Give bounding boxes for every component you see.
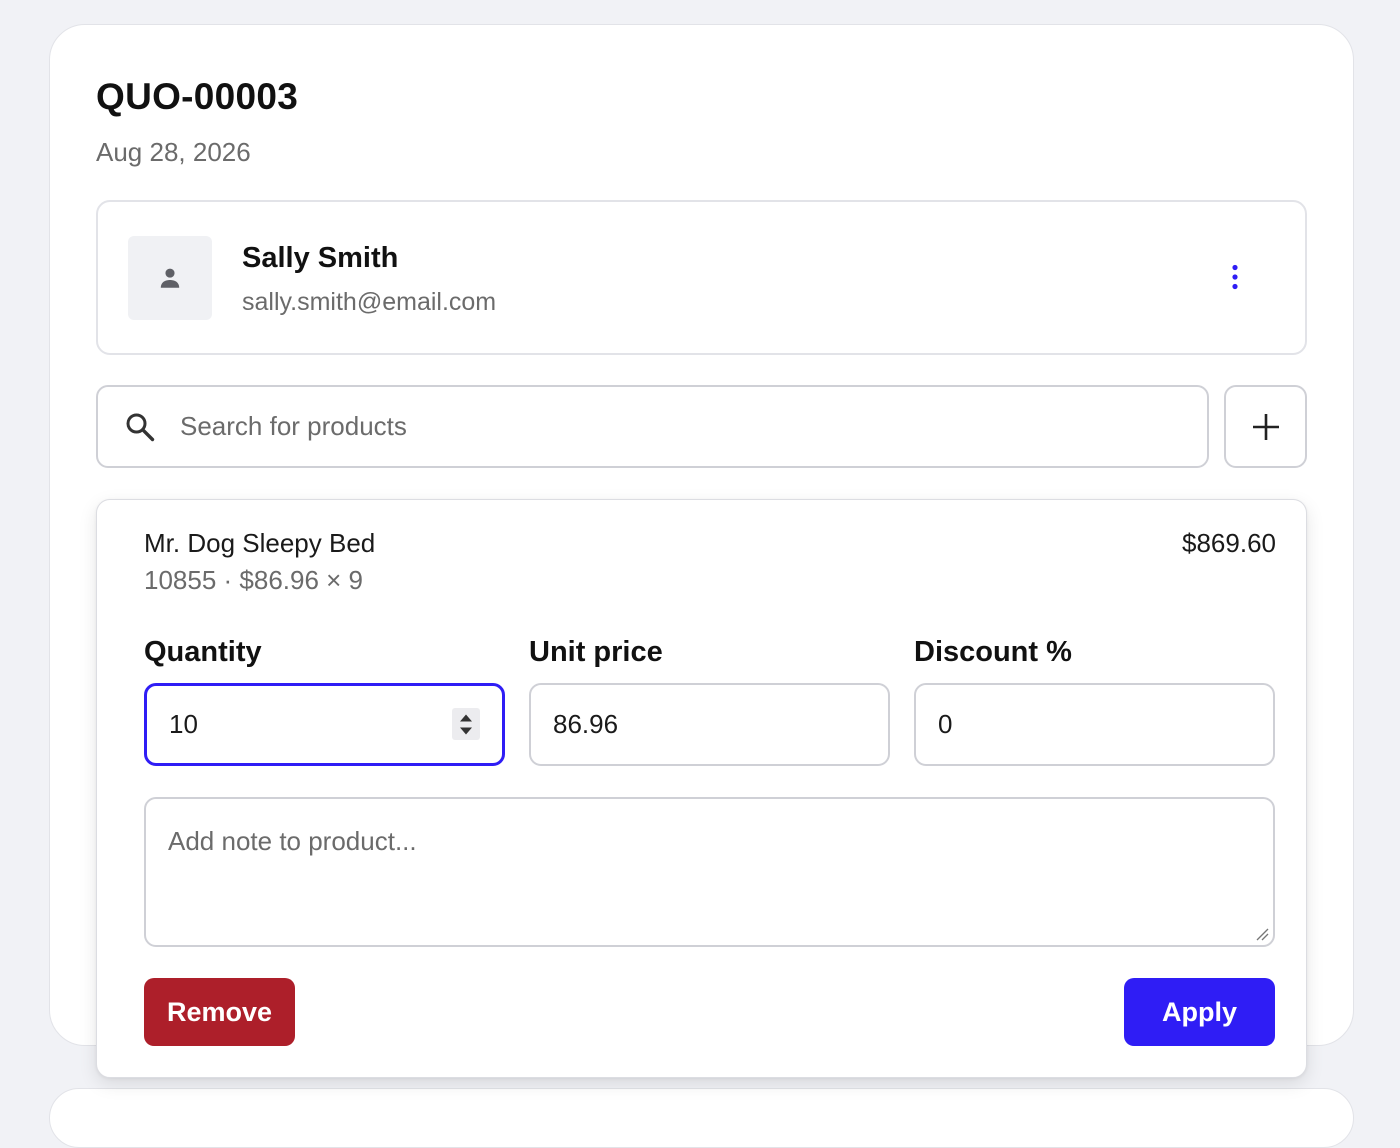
unit-price-field <box>529 683 890 766</box>
unit-price-label: Unit price <box>529 636 663 668</box>
line-total: $869.60 <box>1182 528 1276 558</box>
discount-input[interactable] <box>938 685 1218 764</box>
next-card <box>49 1088 1354 1148</box>
more-vertical-icon <box>1232 264 1238 290</box>
product-note-input[interactable] <box>146 799 1273 945</box>
customer-avatar <box>128 236 212 320</box>
stepper-down-icon[interactable] <box>459 727 473 735</box>
remove-button[interactable]: Remove <box>144 978 295 1046</box>
quantity-field <box>144 683 505 766</box>
stepper-up-icon[interactable] <box>459 714 473 722</box>
customer-name: Sally Smith <box>242 242 399 274</box>
search-input[interactable] <box>180 391 1190 462</box>
resize-handle-icon[interactable] <box>1255 927 1269 941</box>
product-note <box>144 797 1275 947</box>
customer-more-button[interactable] <box>1216 258 1254 296</box>
quote-date: Aug 28, 2026 <box>96 137 251 167</box>
quote-number: QUO-00003 <box>96 76 299 117</box>
product-search <box>96 385 1209 468</box>
plus-icon <box>1252 413 1279 440</box>
customer-email: sally.smith@email.com <box>242 288 497 316</box>
product-meta: 10855 · $86.96 × 9 <box>144 565 364 595</box>
discount-label: Discount % <box>914 636 1072 668</box>
line-item-editor: Mr. Dog Sleepy Bed 10855 · $86.96 × 9 $8… <box>96 499 1307 1078</box>
product-name: Mr. Dog Sleepy Bed <box>144 528 376 558</box>
quantity-input[interactable] <box>169 686 449 763</box>
unit-price-input[interactable] <box>553 685 833 764</box>
discount-field <box>914 683 1275 766</box>
add-product-button[interactable] <box>1224 385 1307 468</box>
apply-button[interactable]: Apply <box>1124 978 1275 1046</box>
quantity-stepper[interactable] <box>452 708 480 740</box>
person-icon <box>160 268 180 288</box>
search-icon <box>126 413 155 442</box>
quantity-label: Quantity <box>144 636 262 668</box>
customer-card: Sally Smith sally.smith@email.com <box>96 200 1307 355</box>
